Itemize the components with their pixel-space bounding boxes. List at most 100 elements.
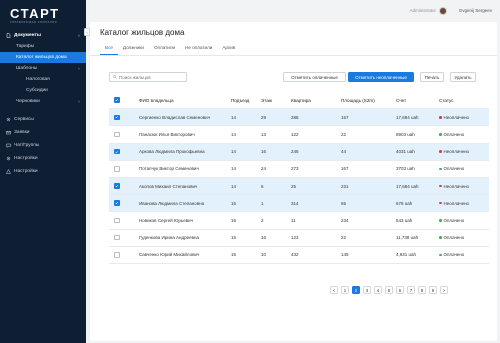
table-row[interactable]: Савченко Юрий Михайлович 15 10 432 145 4,931 … <box>109 247 489 264</box>
checkbox[interactable] <box>114 114 120 121</box>
column-header-area[interactable]: Площадь (S2m) <box>341 92 375 108</box>
checkbox[interactable] <box>114 252 120 258</box>
print-button[interactable]: Печать <box>420 72 444 82</box>
row-checkbox-cell[interactable] <box>114 247 120 263</box>
cell-floor: 10 <box>261 252 267 258</box>
sidebar-item-tariffs[interactable]: Тарифы <box>0 41 86 52</box>
status-text: Неоплачено <box>443 200 470 206</box>
sidebar-item-templates[interactable]: Шаблоны ˄ <box>0 63 86 74</box>
sidebar-item-subsidies[interactable]: Субсидии <box>0 85 86 96</box>
page-button[interactable]: 1 <box>341 286 349 294</box>
sidebar-item-drafts[interactable]: Черновики ˅ <box>0 96 86 107</box>
row-checkbox-cell[interactable] <box>114 161 120 177</box>
table-row[interactable]: Новиков Сергей Юрьевич 15 2 11 234 543 uah Оп… <box>109 212 489 230</box>
cell-name: Сергиенко Владислав Семенович <box>139 114 211 120</box>
select-all-checkbox[interactable] <box>114 92 120 108</box>
page-button[interactable]: 8 <box>418 286 426 294</box>
sidebar-item-services[interactable]: Сервисы <box>0 113 86 126</box>
page-button[interactable]: 5 <box>385 286 393 294</box>
checkbox[interactable] <box>114 148 120 155</box>
table-row[interactable]: Акопов Михаил Степанович 14 6 25 231 17,684 u… <box>109 177 489 196</box>
sidebar-item-label: Чат/Группы <box>14 143 40 148</box>
tab-archive[interactable]: Архив <box>217 43 240 55</box>
user-name[interactable]: Evgenij Sergeev <box>459 8 492 13</box>
next-page-button[interactable]: > <box>440 286 448 294</box>
chat-icon <box>5 143 11 149</box>
column-header-apartment[interactable]: Квартира <box>291 92 311 108</box>
table-row[interactable]: Аркова Людмила Прокофьевна 14 16 245 44 4031 … <box>109 143 489 161</box>
sidebar-bottom-group: Сервисы Заявки Чат/Группы Настройки Наст… <box>0 113 86 178</box>
page-button[interactable]: 3 <box>363 286 371 294</box>
sidebar-item-tax[interactable]: Налоговая <box>0 74 86 85</box>
sidebar-item-requests[interactable]: Заявки <box>0 126 86 139</box>
status-badge: Неоплачено <box>439 109 469 125</box>
page-button[interactable]: 9 <box>429 286 437 294</box>
sidebar-item-label: Настройки <box>14 169 38 174</box>
sidebar-item-settings[interactable]: Настройки <box>0 152 86 165</box>
column-header-bill[interactable]: Счет <box>396 92 406 108</box>
row-checkbox-cell[interactable] <box>114 230 120 246</box>
avatar[interactable] <box>439 6 447 15</box>
table-row[interactable]: Гуденкова Ирина Андреевна 15 16 123 22 11,738… <box>109 230 489 247</box>
cell-name: Акопов Михаил Степанович <box>139 183 198 189</box>
checkbox[interactable] <box>114 200 120 206</box>
search-field[interactable] <box>109 72 187 82</box>
row-checkbox-cell[interactable] <box>114 144 120 160</box>
sidebar-item-label: Сервисы <box>14 117 34 122</box>
cell-entrance: 15 <box>231 217 237 223</box>
row-checkbox-cell[interactable] <box>114 109 120 125</box>
sidebar-item-settings-2[interactable]: Настройки <box>0 165 86 178</box>
table-row[interactable]: Сергиенко Владислав Семенович 14 29 288 157 1… <box>109 109 489 127</box>
column-header-floor[interactable]: Этаж <box>261 92 272 108</box>
mark-paid-button[interactable]: Отметить оплаченные <box>283 72 346 82</box>
cell-floor: 1 <box>261 200 264 206</box>
table-row[interactable]: Потапчук Виктор Семенович 14 24 273 167 3703 … <box>109 161 489 178</box>
page-button[interactable]: 7 <box>407 286 415 294</box>
cell-entrance: 15 <box>231 252 237 258</box>
sidebar-item-chat[interactable]: Чат/Группы <box>0 139 86 152</box>
checkbox[interactable] <box>114 217 120 224</box>
tab-all[interactable]: Все <box>100 43 118 55</box>
tab-paid[interactable]: Оплатили <box>149 43 180 55</box>
status-badge: Неоплачено <box>439 144 469 160</box>
page-button[interactable]: 2 <box>352 286 360 294</box>
cell-name: Гуденкова Ирина Андреевна <box>139 235 199 241</box>
tab-debtors[interactable]: Должники <box>118 43 149 55</box>
cell-floor: 2 <box>261 217 264 223</box>
cell-name: Панасюк Илья Викторович <box>139 131 195 137</box>
prev-page-button[interactable]: < <box>330 286 338 294</box>
cell-floor: 6 <box>261 183 264 189</box>
cell-entrance: 15 <box>231 200 237 206</box>
row-checkbox-cell[interactable] <box>114 178 120 194</box>
residents-table: ФИО владельца Подъезд Этаж Квартира Площ… <box>109 92 489 264</box>
row-checkbox-cell[interactable] <box>114 212 120 228</box>
checkbox[interactable] <box>114 183 120 189</box>
checkbox[interactable] <box>114 234 120 241</box>
mark-unpaid-button[interactable]: Отметить неоплаченные <box>348 72 414 82</box>
table-body: Сергиенко Владислав Семенович 14 29 288 157 1… <box>109 109 489 264</box>
page-button[interactable]: 4 <box>374 286 382 294</box>
checkbox[interactable] <box>114 131 120 138</box>
tab-unpaid[interactable]: Не оплатили <box>180 43 217 55</box>
chevron-up-icon: ˄ <box>77 33 80 38</box>
sidebar-item-residents-catalog[interactable]: Каталог жильцов дома <box>0 52 86 63</box>
table-row[interactable]: Панасюк Илья Викторович 14 13 122 22 8903 uah… <box>109 126 489 144</box>
table-row[interactable]: Иванова Людмила Степановна 15 1 314 65 678 ua… <box>109 195 489 213</box>
column-header-entrance[interactable]: Подъезд <box>231 92 249 108</box>
checkbox[interactable] <box>114 97 120 103</box>
page-button[interactable]: 6 <box>396 286 404 294</box>
user-role: Administrator <box>409 8 436 13</box>
row-checkbox-cell[interactable] <box>114 126 120 142</box>
tab-bar: Все Должники Оплатили Не оплатили Архив <box>100 43 240 55</box>
logo[interactable]: СТАРТ УПРАВЛЯЮЩАЯ КОМПАНИЯ <box>0 0 86 26</box>
checkbox[interactable] <box>114 166 120 172</box>
sidebar-item-documents[interactable]: Документы ˄ <box>0 30 86 41</box>
search-input[interactable] <box>119 74 185 80</box>
check-icon <box>115 116 118 119</box>
cell-bill: 3703 uah <box>396 166 415 172</box>
row-checkbox-cell[interactable] <box>114 195 120 211</box>
status-dot <box>439 253 442 257</box>
column-header-status[interactable]: Статус <box>439 92 454 108</box>
column-header-name[interactable]: ФИО владельца <box>139 92 174 108</box>
delete-button[interactable]: Удалить <box>450 72 476 82</box>
